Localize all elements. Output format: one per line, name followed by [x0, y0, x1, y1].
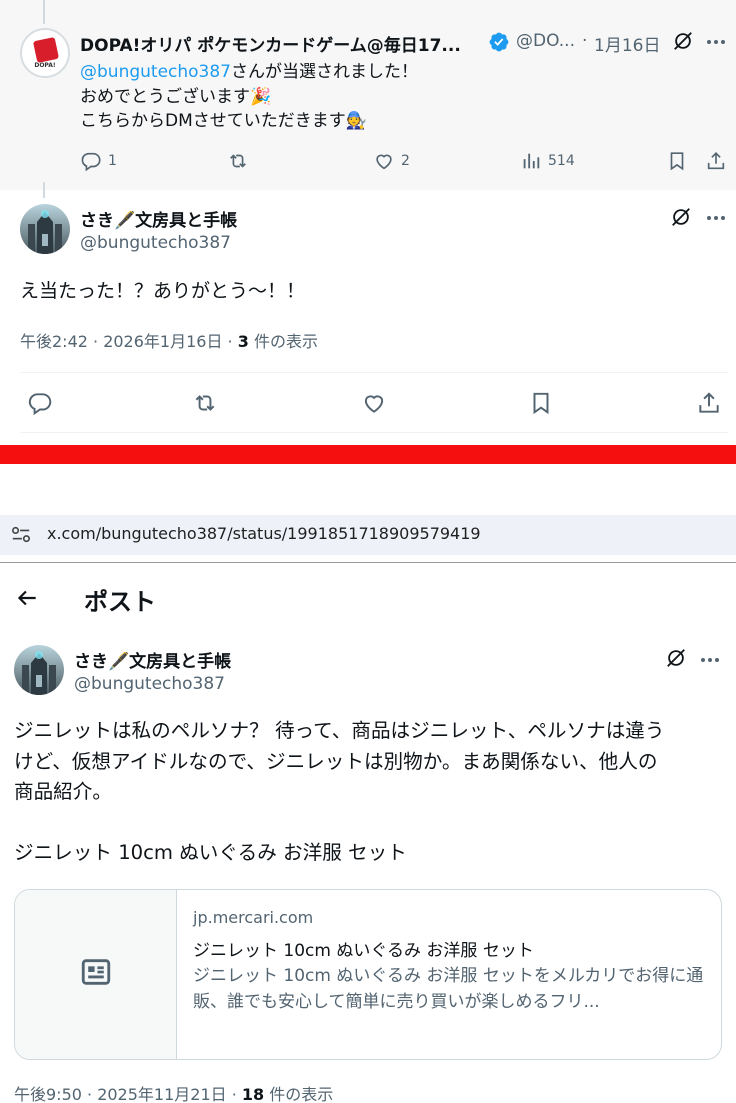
tweet-text-line: さんが当選されました！: [231, 62, 418, 82]
tweet-meta: 午後9:50 · 2025年11月21日 · 18 件の表示: [14, 1081, 333, 1103]
tweet-date[interactable]: 1月16日: [594, 31, 660, 56]
url-text[interactable]: x.com/bungutecho387/status/1991851718909…: [47, 524, 481, 543]
tweet-text: ジニレットは私のペルソナ？ 待って、商品はジニレット、ペルソナは違う けど、仮想…: [14, 716, 728, 868]
site-settings-icon[interactable]: [10, 525, 32, 545]
share-icon: [707, 152, 725, 170]
mention-link[interactable]: @bungutecho387: [80, 62, 231, 82]
more-icon[interactable]: [706, 208, 726, 228]
tweet-text-line: けど、仮想アイドルなので、ジニレットは別物か。まあ関係ない、他人の: [14, 749, 658, 773]
bookmark-button[interactable]: [528, 390, 554, 416]
author-name[interactable]: さき🖋️文房具と手帳: [80, 206, 237, 231]
share-button[interactable]: [696, 390, 722, 416]
tweet-text: @bungutecho387さんが当選されました！ おめでとうございます🎉 こち…: [80, 60, 418, 134]
share-icon: [699, 392, 719, 413]
retweet-button[interactable]: [192, 390, 218, 416]
heart-icon: [376, 154, 392, 170]
view-count: 18: [241, 1085, 265, 1103]
thread-line: [43, 182, 45, 198]
tweet-text: え当たった！？ありがとう～！！: [20, 280, 306, 302]
link-card-title: ジニレット 10cm ぬいぐるみ お洋服 セット: [193, 941, 534, 961]
like-button[interactable]: [361, 390, 387, 416]
reply-button[interactable]: [27, 390, 53, 416]
grok-icon[interactable]: [670, 206, 692, 228]
author-handle[interactable]: @bungutecho387: [80, 233, 231, 253]
grok-icon[interactable]: [672, 30, 694, 52]
avatar[interactable]: DOPA!: [20, 28, 70, 78]
divider: [0, 562, 736, 563]
view-suffix: 件の表示: [248, 332, 318, 351]
verified-badge-icon: [488, 31, 510, 53]
link-card-domain: jp.mercari.com: [193, 908, 314, 927]
author-handle[interactable]: @bungutecho387: [74, 674, 225, 694]
author-handle[interactable]: @DO...: [516, 31, 575, 51]
bookmark-icon: [670, 152, 684, 171]
views-button[interactable]: 514: [520, 150, 575, 172]
tweet-timestamp[interactable]: 午後2:42 · 2026年1月16日 ·: [20, 332, 238, 351]
views-icon: [523, 153, 540, 169]
views-count: 514: [548, 153, 575, 169]
reply-icon: [28, 393, 52, 416]
tweet-text-line: ジニレット 10cm ぬいぐるみ お洋服 セット: [14, 840, 407, 864]
link-card-thumbnail: [15, 890, 177, 1059]
article-icon: [79, 955, 113, 989]
share-button[interactable]: [705, 150, 727, 172]
address-bar[interactable]: x.com/bungutecho387/status/1991851718909…: [0, 515, 736, 555]
like-button[interactable]: 2: [373, 150, 410, 172]
retweet-icon: [195, 395, 215, 411]
retweet-button[interactable]: [227, 150, 249, 172]
like-count: 2: [401, 153, 410, 169]
tweet-timestamp[interactable]: 午後9:50 · 2025年11月21日 ·: [14, 1085, 242, 1103]
tweet-text-line: おめでとうございます🎉: [80, 86, 272, 107]
tweet-text-line: こちらからDMさせていただきます🧑‍🔧: [80, 111, 367, 131]
grok-icon[interactable]: [665, 647, 687, 669]
view-count: 3: [237, 332, 249, 351]
bookmark-icon: [533, 392, 549, 415]
author-name[interactable]: さき🖋️文房具と手帳: [74, 647, 231, 672]
divider: [20, 432, 728, 433]
tweet-text-line: ジニレットは私のペルソナ？ 待って、商品はジニレット、ペルソナは違う: [14, 719, 665, 742]
separator: ·: [582, 31, 588, 51]
bookmark-button[interactable]: [666, 150, 688, 172]
link-card-description: ジニレット 10cm ぬいぐるみ お洋服 セットをメルカリでお得に通販、誰でも安…: [193, 966, 704, 1012]
red-divider-bar: [0, 445, 736, 464]
retweet-icon: [230, 154, 246, 168]
avatar[interactable]: [20, 204, 70, 254]
tweet-meta: 午後2:42 · 2026年1月16日 · 3 件の表示: [20, 328, 318, 352]
logo-icon: [32, 36, 60, 64]
divider: [20, 372, 728, 373]
more-icon[interactable]: [706, 32, 726, 52]
more-icon[interactable]: [700, 650, 720, 670]
page-title: ポスト: [84, 588, 156, 616]
link-card[interactable]: jp.mercari.com ジニレット 10cm ぬいぐるみ お洋服 セット …: [14, 889, 722, 1060]
avatar[interactable]: [14, 645, 64, 695]
author-name[interactable]: DOPA!オリパ ポケモンカードゲーム@毎日17...: [80, 31, 461, 56]
avatar-logo-text: DOPA!: [34, 62, 56, 69]
reply-button[interactable]: 1: [80, 150, 117, 172]
reply-icon: [81, 152, 101, 172]
tweet-text-line: 商品紹介。: [14, 780, 112, 803]
reply-count: 1: [108, 153, 117, 169]
view-suffix: 件の表示: [264, 1085, 334, 1103]
heart-icon: [364, 395, 384, 413]
thread-line: [43, 0, 45, 24]
back-arrow-icon[interactable]: [14, 585, 40, 611]
